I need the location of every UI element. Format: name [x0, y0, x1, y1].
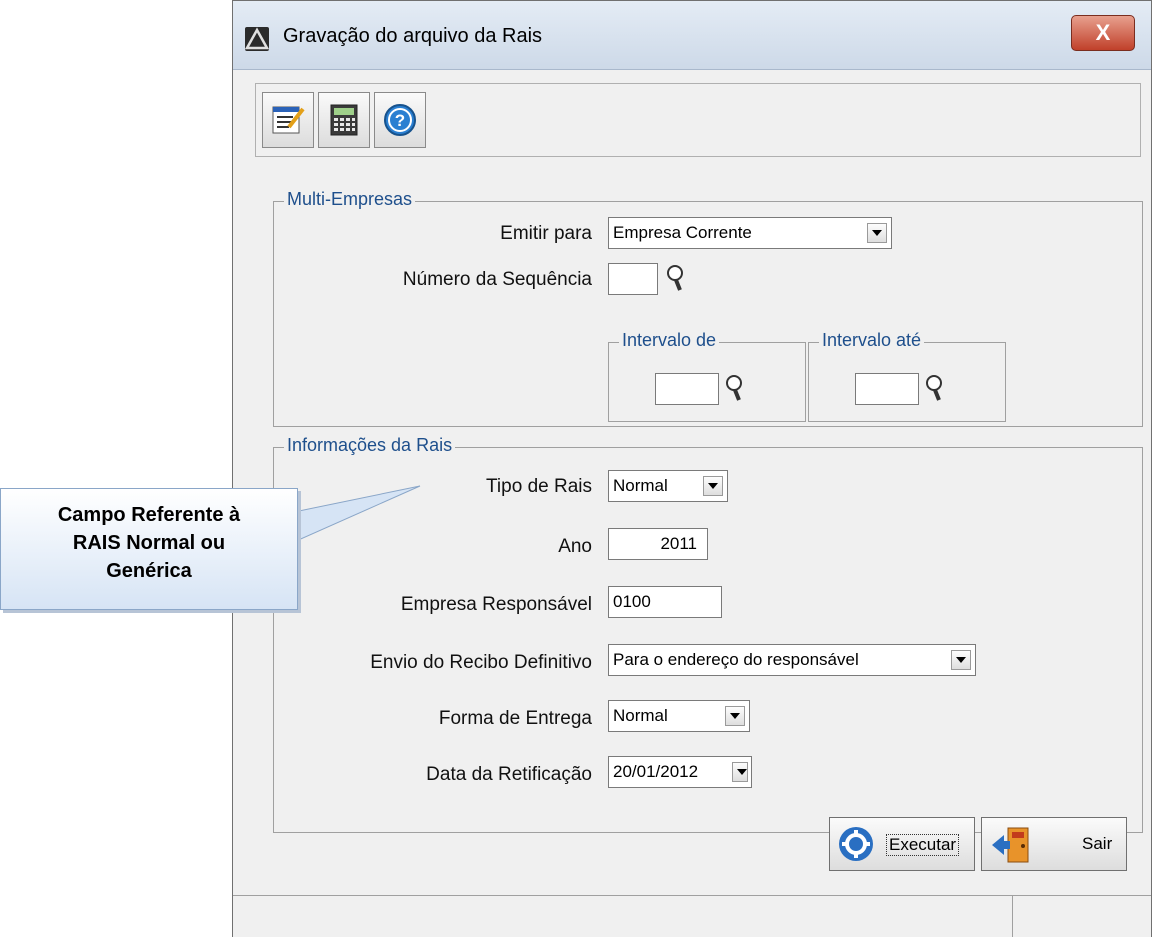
svg-text:?: ?: [395, 111, 405, 130]
envio-recibo-value: Para o endereço do responsável: [613, 650, 859, 669]
help-icon: ?: [384, 104, 416, 136]
chevron-down-icon[interactable]: [703, 476, 723, 496]
magnifier-icon[interactable]: [662, 262, 688, 294]
calculator-icon: [330, 104, 358, 136]
intervalo-de-input[interactable]: [655, 373, 719, 405]
intervalo-ate-group: Intervalo até: [808, 330, 1006, 422]
forma-entrega-label: Forma de Entrega: [438, 708, 592, 729]
magnifier-icon[interactable]: [921, 372, 947, 404]
intervalo-ate-legend: Intervalo até: [819, 330, 925, 351]
status-bar-panel: [233, 895, 1013, 937]
window-title: Gravação do arquivo da Rais: [283, 25, 543, 47]
numero-sequencia-input[interactable]: [608, 263, 658, 295]
app-icon: [245, 27, 269, 51]
chevron-down-icon[interactable]: [732, 762, 748, 782]
close-button[interactable]: X: [1071, 15, 1135, 51]
toolbar: ?: [255, 83, 1141, 157]
callout-line-1: Campo Referente à: [57, 504, 241, 526]
sair-button[interactable]: Sair: [981, 817, 1127, 871]
emitir-para-select[interactable]: Empresa Corrente: [608, 217, 892, 249]
sair-label: Sair: [1082, 834, 1113, 853]
data-retificacao-value: 20/01/2012: [613, 762, 699, 781]
magnifier-icon[interactable]: [721, 372, 747, 404]
callout-text: Campo Referente à RAIS Normal ou Genéric…: [1, 501, 297, 585]
empresa-responsavel-input[interactable]: 0100: [608, 586, 722, 618]
multi-empresas-legend: Multi-Empresas: [284, 189, 416, 210]
dialog-window: Gravação do arquivo da Rais X ? Multi-Em…: [232, 0, 1152, 937]
envio-recibo-select[interactable]: Para o endereço do responsável: [608, 644, 976, 676]
chevron-down-icon[interactable]: [725, 706, 745, 726]
callout-box: Campo Referente à RAIS Normal ou Genéric…: [0, 488, 298, 610]
data-retificacao-label: Data da Retificação: [426, 764, 592, 785]
emitir-para-label: Emitir para: [500, 223, 592, 244]
edit-button[interactable]: [262, 92, 314, 148]
executar-button[interactable]: Executar: [829, 817, 975, 871]
envio-recibo-label: Envio do Recibo Definitivo: [370, 652, 592, 673]
forma-entrega-select[interactable]: Normal: [608, 700, 750, 732]
forma-entrega-value: Normal: [613, 706, 668, 725]
multi-empresas-group: Multi-Empresas Emitir para Empresa Corre…: [273, 189, 1143, 427]
gear-icon: [839, 827, 873, 861]
tipo-rais-value: Normal: [613, 476, 668, 495]
intervalo-de-group: Intervalo de: [608, 330, 806, 422]
callout-pointer: [293, 485, 421, 543]
help-button[interactable]: ?: [374, 92, 426, 148]
intervalo-ate-input[interactable]: [855, 373, 919, 405]
tipo-rais-select[interactable]: Normal: [608, 470, 728, 502]
executar-label: Executar: [886, 834, 960, 856]
intervalo-de-legend: Intervalo de: [619, 330, 720, 351]
exit-door-icon: [992, 827, 1029, 863]
emitir-para-value: Empresa Corrente: [613, 223, 752, 242]
empresa-responsavel-label: Empresa Responsável: [400, 594, 592, 615]
status-bar-panel-right: [1013, 895, 1151, 937]
chevron-down-icon[interactable]: [951, 650, 971, 670]
data-retificacao-picker[interactable]: 20/01/2012: [608, 756, 752, 788]
edit-document-icon: [272, 106, 305, 134]
calculator-button[interactable]: [318, 92, 370, 148]
ano-input[interactable]: 2011: [608, 528, 708, 560]
callout-line-3: Genérica: [106, 560, 192, 582]
chevron-down-icon[interactable]: [867, 223, 887, 243]
informacoes-rais-legend: Informações da Rais: [284, 435, 456, 456]
title-bar: Gravação do arquivo da Rais X: [233, 1, 1151, 70]
callout-line-2: RAIS Normal ou: [72, 532, 226, 554]
numero-sequencia-label: Número da Sequência: [402, 269, 592, 290]
